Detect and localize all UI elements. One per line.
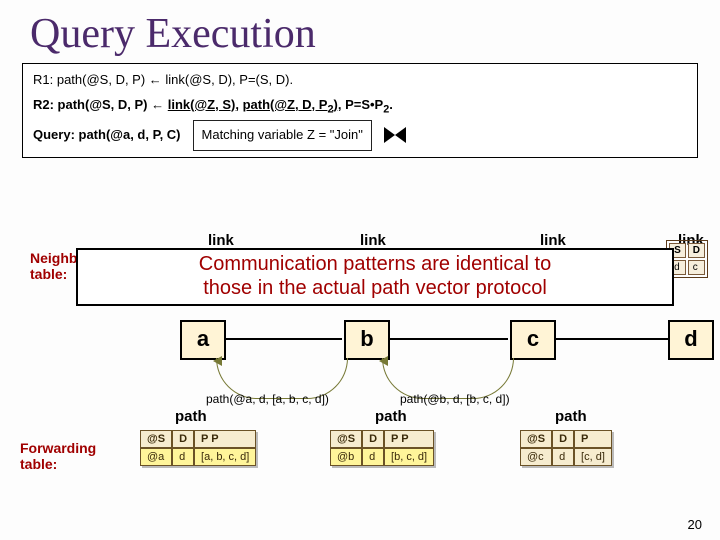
fwd-b-h1: @S	[330, 430, 362, 448]
r2-link: link(@Z, S)	[168, 97, 236, 112]
node-b: b	[344, 320, 390, 360]
fwd-b-h3: P P	[384, 430, 434, 448]
overlay-banner: Communication patterns are identical to …	[76, 248, 674, 306]
query-label: Query: path(@a, d, P, C)	[33, 123, 181, 148]
r2-tail: , P=S•P2.	[338, 97, 393, 112]
slide-title: Query Execution	[0, 0, 720, 63]
fwd-a-c3: [a, b, c, d]	[194, 448, 256, 466]
fwd-table-a: @S D P P @a d [a, b, c, d]	[140, 430, 256, 466]
node-a: a	[180, 320, 226, 360]
link-hdr-1: link	[208, 232, 234, 249]
path-msg-b: path(@b, d, [b, c, d])	[400, 392, 510, 406]
link-hdr-3: link	[540, 232, 566, 249]
fwd-l1: Forwarding	[20, 440, 96, 456]
fwd-c-h1: @S	[520, 430, 552, 448]
fwd-b-c1: @b	[330, 448, 362, 466]
path-hdr-1: path	[175, 408, 207, 425]
edge-cd	[552, 338, 668, 340]
mini-h2: D	[688, 243, 705, 258]
join-icon	[384, 127, 406, 143]
link-hdr-2: link	[360, 232, 386, 249]
fwd-a-h3: P P	[194, 430, 256, 448]
rules-box: R1: path(@S, D, P) ← link(@S, D), P=(S, …	[22, 63, 698, 158]
edge-ab	[222, 338, 342, 340]
fwd-a-h1: @S	[140, 430, 172, 448]
fwd-b-c2: d	[362, 448, 384, 466]
fwd-b-c3: [b, c, d]	[384, 448, 434, 466]
r2-prefix: R2: path(@S, D, P) ←	[33, 97, 168, 112]
r2-path: path(@Z, D, P2)	[243, 97, 338, 112]
path-hdr-2: path	[375, 408, 407, 425]
edge-bc	[388, 338, 508, 340]
overlay-l2: those in the actual path vector protocol	[203, 277, 547, 299]
r2-comma: ,	[235, 97, 242, 112]
neighbor-l2: table:	[30, 266, 67, 282]
fwd-c-c3: [c, d]	[574, 448, 612, 466]
rule-r1: R1: path(@S, D, P) ← link(@S, D), P=(S, …	[33, 68, 687, 93]
mini-c2: c	[688, 260, 705, 275]
fwd-c-c1: @c	[520, 448, 552, 466]
fwd-c-h3: P	[574, 430, 612, 448]
path-msg-a: path(@a, d, [a, b, c, d])	[206, 392, 329, 406]
page-number: 20	[688, 517, 702, 532]
match-box: Matching variable Z = "Join"	[193, 120, 372, 151]
fwd-c-c2: d	[552, 448, 574, 466]
fwd-table-b: @S D P P @b d [b, c, d]	[330, 430, 434, 466]
fwd-a-h2: D	[172, 430, 194, 448]
query-row: Query: path(@a, d, P, C) Matching variab…	[33, 120, 687, 151]
forwarding-table-label: Forwarding table:	[20, 440, 96, 472]
fwd-b-h2: D	[362, 430, 384, 448]
fwd-a-c1: @a	[140, 448, 172, 466]
node-c: c	[510, 320, 556, 360]
path-hdr-3: path	[555, 408, 587, 425]
fwd-l2: table:	[20, 456, 57, 472]
rule-r2: R2: path(@S, D, P) ← link(@Z, S), path(@…	[33, 93, 687, 120]
fwd-c-h2: D	[552, 430, 574, 448]
fwd-table-c: @S D P @c d [c, d]	[520, 430, 612, 466]
node-d: d	[668, 320, 714, 360]
overlay-l1: Communication patterns are identical to	[199, 253, 551, 275]
fwd-a-c2: d	[172, 448, 194, 466]
